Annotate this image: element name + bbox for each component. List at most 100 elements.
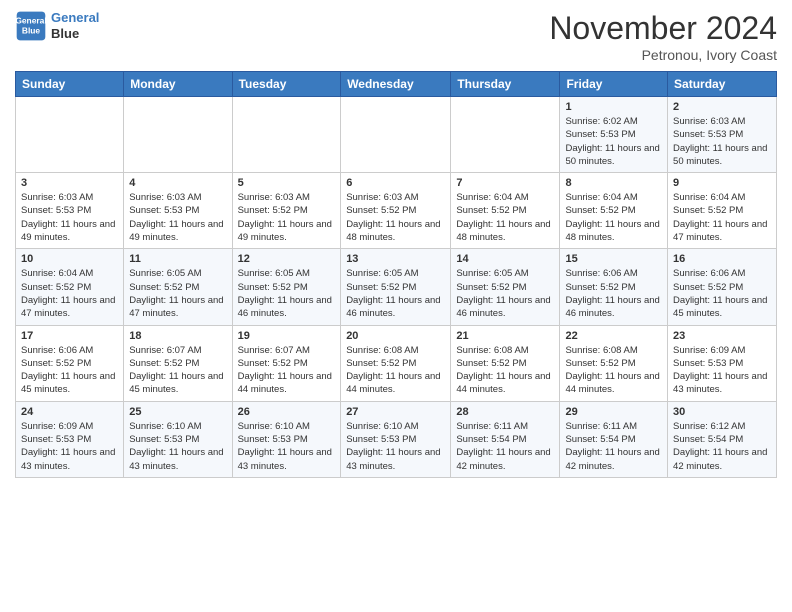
- week-row-2: 3 Sunrise: 6:03 AM Sunset: 5:53 PM Daylig…: [16, 173, 777, 249]
- day-number: 27: [346, 406, 445, 418]
- day-header-tuesday: Tuesday: [232, 72, 341, 97]
- week-row-1: 1 Sunrise: 6:02 AM Sunset: 5:53 PM Daylig…: [16, 97, 777, 173]
- title-block: November 2024 Petronou, Ivory Coast: [549, 10, 777, 63]
- day-number: 22: [565, 330, 662, 342]
- calendar: SundayMondayTuesdayWednesdayThursdayFrid…: [15, 71, 777, 478]
- logo-line1: General: [51, 10, 99, 25]
- day-info: Sunrise: 6:09 AM Sunset: 5:53 PM Dayligh…: [21, 420, 118, 473]
- day-number: 6: [346, 177, 445, 189]
- day-info: Sunrise: 6:08 AM Sunset: 5:52 PM Dayligh…: [346, 344, 445, 397]
- day-number: 26: [238, 406, 336, 418]
- day-cell: 8 Sunrise: 6:04 AM Sunset: 5:52 PM Daylig…: [560, 173, 668, 249]
- day-number: 23: [673, 330, 771, 342]
- day-cell: 6 Sunrise: 6:03 AM Sunset: 5:52 PM Daylig…: [341, 173, 451, 249]
- day-cell: 19Sunrise: 6:07 AM Sunset: 5:52 PM Dayli…: [232, 325, 341, 401]
- day-cell: 17 Sunrise: 6:06 AM Sunset: 5:52 PM Dayli…: [16, 325, 124, 401]
- day-info: Sunrise: 6:09 AM Sunset: 5:53 PM Dayligh…: [673, 344, 771, 397]
- week-row-3: 10Sunrise: 6:04 AM Sunset: 5:52 PM Dayli…: [16, 249, 777, 325]
- day-cell: 5 Sunrise: 6:03 AM Sunset: 5:52 PM Daylig…: [232, 173, 341, 249]
- day-cell: 21Sunrise: 6:08 AM Sunset: 5:52 PM Dayli…: [451, 325, 560, 401]
- day-header-saturday: Saturday: [668, 72, 777, 97]
- week-row-4: 17 Sunrise: 6:06 AM Sunset: 5:52 PM Dayli…: [16, 325, 777, 401]
- day-cell: 22 Sunrise: 6:08 AM Sunset: 5:52 PM Dayli…: [560, 325, 668, 401]
- day-cell: 25 Sunrise: 6:10 AM Sunset: 5:53 PM Dayli…: [124, 401, 232, 477]
- day-header-thursday: Thursday: [451, 72, 560, 97]
- day-info: Sunrise: 6:03 AM Sunset: 5:53 PM Dayligh…: [673, 115, 771, 168]
- day-cell: 24Sunrise: 6:09 AM Sunset: 5:53 PM Dayli…: [16, 401, 124, 477]
- day-number: 10: [21, 253, 118, 265]
- day-cell: 3 Sunrise: 6:03 AM Sunset: 5:53 PM Daylig…: [16, 173, 124, 249]
- day-cell: 29 Sunrise: 6:11 AM Sunset: 5:54 PM Dayli…: [560, 401, 668, 477]
- day-cell: 23 Sunrise: 6:09 AM Sunset: 5:53 PM Dayli…: [668, 325, 777, 401]
- day-cell: 15Sunrise: 6:06 AM Sunset: 5:52 PM Dayli…: [560, 249, 668, 325]
- day-number: 30: [673, 406, 771, 418]
- day-cell: 7 Sunrise: 6:04 AM Sunset: 5:52 PM Daylig…: [451, 173, 560, 249]
- calendar-body: 1 Sunrise: 6:02 AM Sunset: 5:53 PM Daylig…: [16, 97, 777, 478]
- day-info: Sunrise: 6:05 AM Sunset: 5:52 PM Dayligh…: [456, 267, 554, 320]
- svg-text:General: General: [15, 15, 46, 25]
- day-info: Sunrise: 6:04 AM Sunset: 5:52 PM Dayligh…: [456, 191, 554, 244]
- day-number: 9: [673, 177, 771, 189]
- day-info: Sunrise: 6:04 AM Sunset: 5:52 PM Dayligh…: [565, 191, 662, 244]
- day-info: Sunrise: 6:06 AM Sunset: 5:52 PM Dayligh…: [565, 267, 662, 320]
- day-header-friday: Friday: [560, 72, 668, 97]
- day-info: Sunrise: 6:05 AM Sunset: 5:52 PM Dayligh…: [346, 267, 445, 320]
- day-cell: 27 Sunrise: 6:10 AM Sunset: 5:53 PM Dayli…: [341, 401, 451, 477]
- day-info: Sunrise: 6:03 AM Sunset: 5:52 PM Dayligh…: [346, 191, 445, 244]
- day-info: Sunrise: 6:12 AM Sunset: 5:54 PM Dayligh…: [673, 420, 771, 473]
- day-number: 7: [456, 177, 554, 189]
- day-cell: [124, 97, 232, 173]
- day-cell: 12 Sunrise: 6:05 AM Sunset: 5:52 PM Dayli…: [232, 249, 341, 325]
- day-number: 17: [21, 330, 118, 342]
- day-number: 29: [565, 406, 662, 418]
- day-info: Sunrise: 6:02 AM Sunset: 5:53 PM Dayligh…: [565, 115, 662, 168]
- day-cell: 20 Sunrise: 6:08 AM Sunset: 5:52 PM Dayli…: [341, 325, 451, 401]
- day-cell: [451, 97, 560, 173]
- day-info: Sunrise: 6:10 AM Sunset: 5:53 PM Dayligh…: [129, 420, 226, 473]
- day-info: Sunrise: 6:03 AM Sunset: 5:53 PM Dayligh…: [129, 191, 226, 244]
- day-number: 18: [129, 330, 226, 342]
- day-info: Sunrise: 6:10 AM Sunset: 5:53 PM Dayligh…: [238, 420, 336, 473]
- day-cell: 14 Sunrise: 6:05 AM Sunset: 5:52 PM Dayli…: [451, 249, 560, 325]
- day-number: 4: [129, 177, 226, 189]
- days-row: SundayMondayTuesdayWednesdayThursdayFrid…: [16, 72, 777, 97]
- day-cell: [232, 97, 341, 173]
- day-number: 16: [673, 253, 771, 265]
- day-cell: [341, 97, 451, 173]
- day-info: Sunrise: 6:06 AM Sunset: 5:52 PM Dayligh…: [673, 267, 771, 320]
- day-info: Sunrise: 6:06 AM Sunset: 5:52 PM Dayligh…: [21, 344, 118, 397]
- day-info: Sunrise: 6:10 AM Sunset: 5:53 PM Dayligh…: [346, 420, 445, 473]
- day-number: 1: [565, 101, 662, 113]
- logo-line2: Blue: [51, 26, 99, 42]
- day-header-wednesday: Wednesday: [341, 72, 451, 97]
- week-row-5: 24Sunrise: 6:09 AM Sunset: 5:53 PM Dayli…: [16, 401, 777, 477]
- day-number: 8: [565, 177, 662, 189]
- day-number: 5: [238, 177, 336, 189]
- day-info: Sunrise: 6:11 AM Sunset: 5:54 PM Dayligh…: [456, 420, 554, 473]
- day-number: 25: [129, 406, 226, 418]
- header: General Blue General Blue November 2024 …: [15, 10, 777, 63]
- month-title: November 2024: [549, 10, 777, 47]
- logo: General Blue General Blue: [15, 10, 99, 42]
- day-number: 20: [346, 330, 445, 342]
- day-number: 13: [346, 253, 445, 265]
- day-info: Sunrise: 6:08 AM Sunset: 5:52 PM Dayligh…: [565, 344, 662, 397]
- day-info: Sunrise: 6:07 AM Sunset: 5:52 PM Dayligh…: [238, 344, 336, 397]
- day-info: Sunrise: 6:03 AM Sunset: 5:53 PM Dayligh…: [21, 191, 118, 244]
- day-info: Sunrise: 6:05 AM Sunset: 5:52 PM Dayligh…: [129, 267, 226, 320]
- location: Petronou, Ivory Coast: [549, 47, 777, 63]
- day-cell: 9Sunrise: 6:04 AM Sunset: 5:52 PM Daylig…: [668, 173, 777, 249]
- day-cell: 16 Sunrise: 6:06 AM Sunset: 5:52 PM Dayli…: [668, 249, 777, 325]
- day-cell: 4 Sunrise: 6:03 AM Sunset: 5:53 PM Daylig…: [124, 173, 232, 249]
- day-info: Sunrise: 6:05 AM Sunset: 5:52 PM Dayligh…: [238, 267, 336, 320]
- day-cell: [16, 97, 124, 173]
- day-number: 3: [21, 177, 118, 189]
- day-number: 12: [238, 253, 336, 265]
- day-info: Sunrise: 6:11 AM Sunset: 5:54 PM Dayligh…: [565, 420, 662, 473]
- day-number: 11: [129, 253, 226, 265]
- day-number: 14: [456, 253, 554, 265]
- day-cell: 26 Sunrise: 6:10 AM Sunset: 5:53 PM Dayli…: [232, 401, 341, 477]
- day-number: 21: [456, 330, 554, 342]
- day-info: Sunrise: 6:03 AM Sunset: 5:52 PM Dayligh…: [238, 191, 336, 244]
- day-cell: 18Sunrise: 6:07 AM Sunset: 5:52 PM Dayli…: [124, 325, 232, 401]
